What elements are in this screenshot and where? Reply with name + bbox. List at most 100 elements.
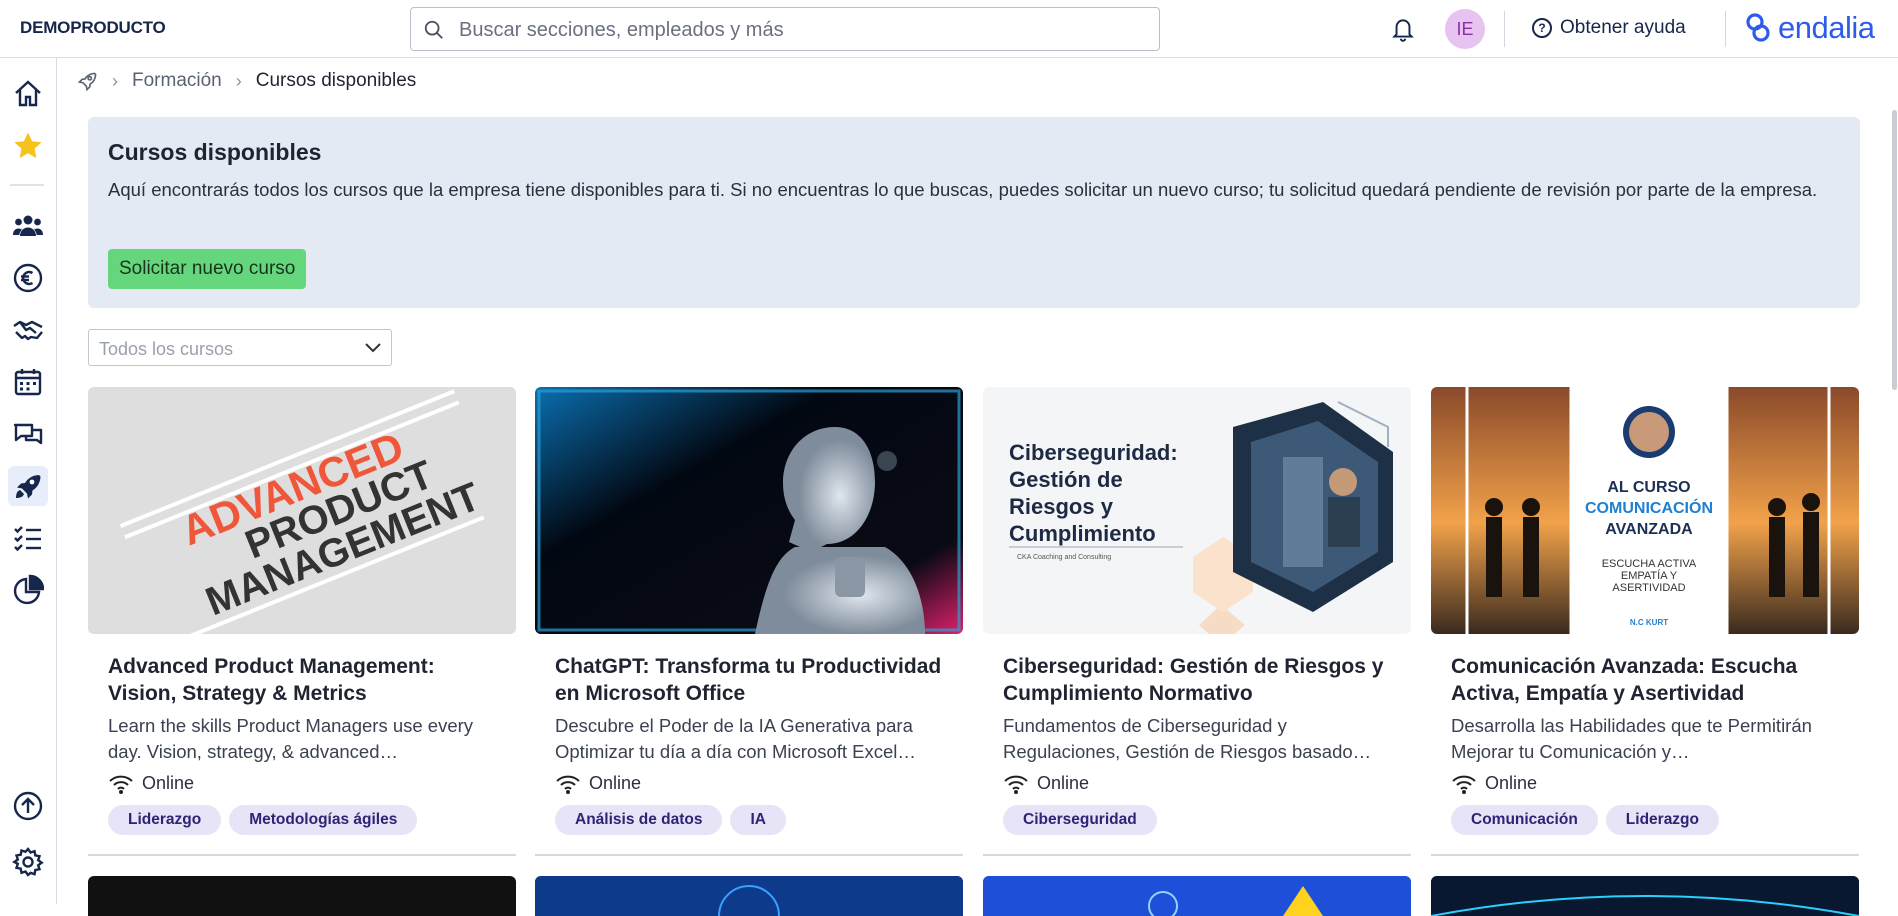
calendar-icon — [14, 369, 42, 396]
course-card[interactable]: Ciberseguridad: Gestión de Riesgos y Cum… — [983, 387, 1411, 857]
course-thumbnail-art — [983, 876, 1411, 916]
star-icon — [14, 132, 42, 159]
course-card[interactable]: ADVANCED PRODUCT MANAGEMENT Advanced Pro… — [88, 387, 516, 857]
thumb-author: N.C KURT — [1630, 618, 1668, 627]
course-description: Descubre el Poder de la IA Generativa pa… — [555, 715, 916, 762]
course-mode-label: Online — [589, 773, 642, 793]
course-tag: IA — [730, 805, 786, 835]
wifi-icon — [109, 775, 133, 794]
thumb-subline: EMPATÍA Y — [1621, 569, 1678, 582]
course-title[interactable]: Ciberseguridad: Gestión de Riesgos y Cum… — [1003, 653, 1398, 707]
course-thumbnail: Ciberseguridad: Gestión de Riesgos y Cum… — [983, 387, 1411, 634]
thumb-line: Ciberseguridad: — [1009, 440, 1178, 465]
sidebar-item-reports[interactable] — [8, 570, 48, 610]
pie-chart-icon — [13, 574, 44, 605]
user-avatar[interactable]: IE — [1445, 9, 1485, 49]
thumb-line: Riesgos y — [1009, 494, 1114, 519]
course-thumbnail[interactable] — [535, 876, 963, 916]
search-icon — [424, 20, 443, 39]
logo-text: endalia — [1778, 10, 1875, 45]
sidebar-item-people[interactable] — [8, 206, 48, 246]
sidebar — [0, 58, 57, 904]
breadcrumb-section[interactable]: Formación — [132, 70, 222, 92]
wifi-icon — [556, 775, 580, 794]
course-thumbnail-art: ADVANCED PRODUCT MANAGEMENT — [88, 387, 516, 634]
sidebar-item-training[interactable] — [8, 466, 48, 506]
help-link[interactable]: ? Obtener ayuda — [1532, 17, 1686, 39]
card-divider — [88, 854, 516, 856]
sidebar-item-tasks[interactable] — [8, 518, 48, 558]
thumb-subtitle: CKA Coaching and Consulting — [1017, 554, 1111, 561]
page-title: Cursos disponibles — [108, 139, 322, 165]
rocket-icon[interactable] — [76, 70, 98, 92]
search-box[interactable] — [410, 7, 1160, 51]
chevron-down-icon — [365, 343, 381, 353]
course-tags: Análisis de datos IA — [555, 805, 786, 835]
rocket-icon — [16, 475, 41, 499]
bell-icon[interactable] — [1390, 15, 1416, 43]
wifi-icon — [1452, 775, 1476, 794]
wifi-icon — [1004, 775, 1028, 794]
sidebar-item-home[interactable] — [8, 74, 48, 114]
thumb-subline: ASERTIVIDAD — [1612, 582, 1685, 594]
course-thumbnail[interactable] — [983, 876, 1411, 916]
course-thumbnail-art — [1431, 876, 1859, 916]
breadcrumb-current: Cursos disponibles — [255, 70, 417, 91]
logo-mark-icon — [1746, 13, 1770, 42]
course-filter-value: Todos los cursos — [99, 339, 234, 359]
search-input[interactable] — [459, 16, 1139, 44]
course-mode: Online — [555, 773, 641, 794]
breadcrumb-separator: › — [235, 70, 242, 91]
course-title[interactable]: Comunicación Avanzada: Escucha Activa, E… — [1451, 653, 1846, 707]
breadcrumb: › Formación › Cursos disponibles — [76, 70, 416, 92]
sidebar-item-payroll[interactable] — [8, 258, 48, 298]
header-divider — [1725, 11, 1726, 47]
sidebar-item-settings[interactable] — [8, 842, 48, 882]
banner-text: Aquí encontrarás todos los cursos que la… — [108, 179, 1818, 200]
checklist-icon — [14, 526, 41, 552]
home-icon — [15, 80, 41, 107]
thumb-line: AVANZADA — [1605, 521, 1693, 538]
course-card[interactable]: ChatGPT: Transforma tu Productividad en … — [535, 387, 963, 857]
scrollbar-thumb[interactable] — [1892, 110, 1897, 390]
header-divider — [1504, 11, 1505, 47]
info-banner: Cursos disponibles Aquí encontrarás todo… — [88, 117, 1860, 308]
thumb-line: Gestión de — [1009, 467, 1123, 492]
course-thumbnail[interactable] — [88, 876, 516, 916]
sidebar-item-calendar[interactable] — [8, 362, 48, 402]
course-mode: Online — [1451, 773, 1537, 794]
company-name[interactable]: DEMOPRODUCTO — [20, 18, 166, 38]
endalia-logo[interactable]: endalia — [1744, 10, 1875, 46]
request-course-button[interactable]: Solicitar nuevo curso — [108, 249, 307, 289]
page-scrollbar[interactable] — [1890, 110, 1898, 394]
course-mode-label: Online — [142, 773, 195, 793]
course-title[interactable]: Advanced Product Management: Vision, Str… — [108, 653, 503, 707]
course-thumbnail: AL CURSO COMUNICACIÓN AVANZADA ESCUCHA A… — [1431, 387, 1859, 634]
course-tag: Liderazgo — [1605, 805, 1719, 835]
course-description: Learn the skills Product Managers use ev… — [108, 715, 474, 762]
course-thumbnail[interactable] — [1431, 876, 1859, 916]
course-tags: Ciberseguridad — [1003, 805, 1157, 835]
help-label: Obtener ayuda — [1560, 17, 1686, 38]
course-title[interactable]: ChatGPT: Transforma tu Productividad en … — [555, 653, 950, 707]
thumb-subline: ESCUCHA ACTIVA — [1602, 558, 1697, 570]
sidebar-item-upload[interactable] — [8, 786, 48, 826]
thumb-line: COMUNICACIÓN — [1585, 498, 1713, 517]
course-description: Desarrolla las Habilidades que te Permit… — [1451, 715, 1812, 762]
thumb-line: Cumplimiento — [1009, 521, 1156, 546]
course-thumbnail-art: Ciberseguridad: Gestión de Riesgos y Cum… — [983, 387, 1411, 634]
top-header: DEMOPRODUCTO IE ? Obtener ayuda endalia — [0, 0, 1898, 58]
course-description: Fundamentos de Ciberseguridad y Regulaci… — [1003, 715, 1372, 762]
course-filter-select[interactable]: Todos los cursos — [88, 329, 392, 366]
course-tag: Comunicación — [1451, 805, 1598, 835]
thumb-line: AL CURSO — [1607, 479, 1690, 496]
course-card[interactable]: AL CURSO COMUNICACIÓN AVANZADA ESCUCHA A… — [1431, 387, 1859, 857]
card-divider — [535, 854, 963, 856]
card-divider — [983, 854, 1411, 856]
sidebar-item-agreements[interactable] — [8, 310, 48, 350]
sidebar-item-communication[interactable] — [8, 414, 48, 454]
chat-icon — [13, 423, 43, 445]
course-thumbnail-art — [535, 387, 963, 634]
sidebar-item-favorites[interactable] — [8, 126, 48, 166]
course-thumbnail — [535, 387, 963, 634]
